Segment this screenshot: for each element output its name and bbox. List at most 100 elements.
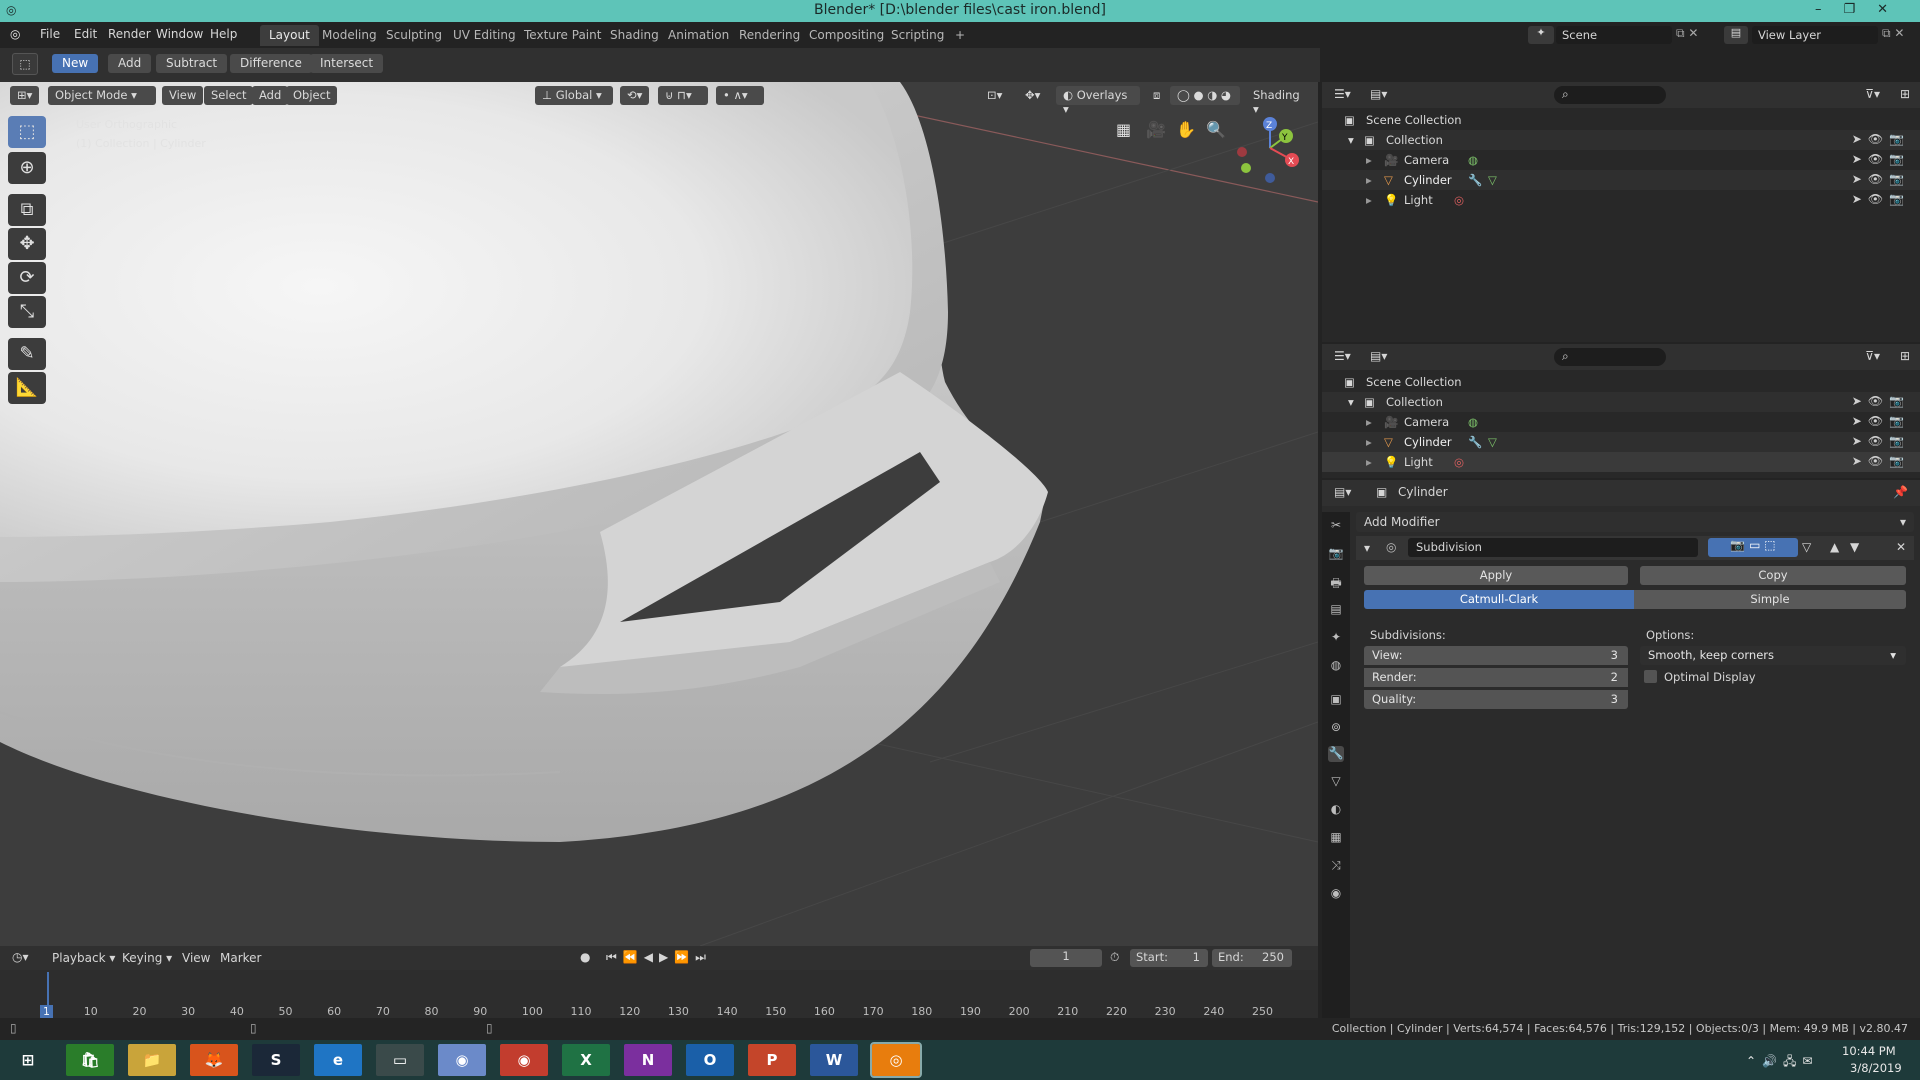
tab-modeling[interactable]: Modeling: [313, 25, 386, 46]
close-icon[interactable]: ✕: [1877, 2, 1910, 17]
zoom-view-icon[interactable]: 🔍: [1206, 120, 1226, 139]
editor-type-icon[interactable]: ⊞▾: [10, 86, 40, 105]
record-button-icon[interactable]: ●: [580, 950, 590, 964]
expand-icon[interactable]: ▸: [1366, 153, 1372, 167]
optimal-display-checkbox[interactable]: [1644, 670, 1657, 683]
visibility-icons[interactable]: ➤👁📷: [1852, 152, 1910, 166]
timeline-view-menu[interactable]: View: [182, 951, 210, 965]
material-tab-icon[interactable]: ◐: [1328, 802, 1344, 818]
move-up-icon[interactable]: ▲: [1830, 540, 1839, 554]
minimize-icon[interactable]: –: [1815, 2, 1844, 17]
particles-tab-icon[interactable]: ⤨: [1328, 858, 1344, 874]
add-menu[interactable]: Add: [252, 86, 289, 105]
blender-icon[interactable]: ◎: [870, 1042, 922, 1078]
mode-intersect-button[interactable]: Intersect: [310, 54, 384, 73]
tab-compositing[interactable]: Compositing: [800, 25, 893, 46]
outliner-search-input[interactable]: ⌕: [1554, 348, 1666, 366]
scene-tab-icon[interactable]: ✦: [1328, 630, 1344, 646]
start-icon[interactable]: ⊞: [4, 1044, 52, 1076]
texture-tab-icon[interactable]: ▦: [1328, 830, 1344, 846]
tab-texture-paint[interactable]: Texture Paint: [515, 25, 610, 46]
view-menu[interactable]: View: [162, 86, 204, 105]
3d-viewport[interactable]: ⊞▾ Object Mode ▾ View Select Add Object …: [0, 82, 1318, 946]
measure-tool-icon[interactable]: 📐: [8, 372, 46, 404]
outliner-row-light[interactable]: ▸ 💡 Light ◎ ➤👁📷: [1322, 452, 1920, 472]
uv-smooth-dropdown[interactable]: Smooth, keep corners ▾: [1640, 646, 1906, 665]
cursor-tool-icon[interactable]: ⊕: [8, 152, 46, 184]
marker-menu[interactable]: Marker: [220, 951, 261, 965]
ortho-toggle-icon[interactable]: ▦: [1116, 120, 1131, 139]
file-explorer-icon[interactable]: 📁: [128, 1044, 176, 1076]
window-icon[interactable]: ▭: [376, 1044, 424, 1076]
expand-icon[interactable]: ▸: [1366, 435, 1372, 449]
snap-icon[interactable]: ⊍ ⊓▾: [658, 86, 708, 105]
modifier-visibility-toggles[interactable]: 📷 ▭ ⬚: [1708, 538, 1798, 557]
outliner-row-scene-collection[interactable]: ▣ Scene Collection: [1322, 110, 1920, 130]
onenote-icon[interactable]: N: [624, 1044, 672, 1076]
outliner-search-input[interactable]: ⌕: [1554, 86, 1666, 104]
select-box-tool-icon[interactable]: ⬚: [8, 116, 46, 148]
end-frame-field[interactable]: End: 250: [1212, 949, 1292, 967]
proportional-editing-icon[interactable]: • ∧▾: [716, 86, 764, 105]
visibility-icons[interactable]: ➤👁📷: [1852, 192, 1910, 206]
window-controls[interactable]: –❐✕: [1815, 2, 1910, 17]
pin-icon[interactable]: 📌: [1893, 485, 1908, 499]
view-layer-field[interactable]: View Layer: [1752, 26, 1878, 44]
visibility-icons[interactable]: ➤👁📷: [1852, 132, 1910, 146]
properties-editor-type-icon[interactable]: ▤▾: [1334, 485, 1351, 499]
edge-icon[interactable]: e: [314, 1044, 362, 1076]
expand-icon[interactable]: ▸: [1366, 193, 1372, 207]
collapse-icon[interactable]: ▾: [1348, 133, 1354, 147]
outliner-row-camera[interactable]: ▸ 🎥 Camera ◍ ➤👁📷: [1322, 150, 1920, 170]
scene-name-field[interactable]: Scene: [1556, 26, 1672, 44]
new-collection-icon[interactable]: ⊞: [1900, 87, 1910, 101]
menu-file[interactable]: File: [40, 27, 60, 41]
outliner-filter-icon[interactable]: ⊽▾: [1865, 87, 1880, 101]
modifier-name-field[interactable]: Subdivision: [1408, 538, 1698, 557]
view-layer-tab-icon[interactable]: ▤: [1328, 602, 1344, 618]
chrome-icon[interactable]: ◉: [500, 1044, 548, 1076]
outliner-row-light[interactable]: ▸ 💡 Light ◎ ➤👁📷: [1322, 190, 1920, 210]
select-menu[interactable]: Select: [204, 86, 254, 105]
keying-menu[interactable]: Keying ▾: [122, 951, 172, 965]
scene-new-icon[interactable]: ⧉ ✕: [1676, 26, 1698, 41]
scene-selector-icon[interactable]: ✦: [1528, 26, 1554, 44]
gizmo-toggle-icon[interactable]: ✥▾: [1018, 86, 1047, 105]
overlays-dropdown[interactable]: ◐ Overlays ▾: [1056, 86, 1140, 116]
menu-edit[interactable]: Edit: [74, 27, 97, 41]
mode-new-button[interactable]: New: [52, 54, 99, 73]
object-mode-dropdown[interactable]: Object Mode ▾: [48, 86, 156, 105]
visibility-icons[interactable]: ➤👁📷: [1852, 414, 1910, 428]
mode-subtract-button[interactable]: Subtract: [156, 54, 228, 73]
pivot-point-icon[interactable]: ⟲▾: [620, 86, 650, 105]
world-tab-icon[interactable]: ◍: [1328, 658, 1344, 674]
collapse-icon[interactable]: ▾: [1348, 395, 1354, 409]
modifier-tab-icon[interactable]: 🔧: [1328, 746, 1344, 762]
shading-dropdown[interactable]: Shading ▾: [1246, 86, 1312, 116]
playhead[interactable]: [47, 972, 49, 1012]
render-tab-icon[interactable]: 📷: [1328, 546, 1344, 562]
tab-animation[interactable]: Animation: [659, 25, 738, 46]
constraints-tab-icon[interactable]: ⊚: [1328, 720, 1344, 736]
word-icon[interactable]: W: [810, 1044, 858, 1076]
visibility-icons[interactable]: ➤👁📷: [1852, 172, 1910, 186]
remove-modifier-icon[interactable]: ✕: [1896, 540, 1906, 554]
outliner-display-mode-icon[interactable]: ▤▾: [1370, 349, 1387, 363]
object-data-tab-icon[interactable]: ◉: [1328, 886, 1344, 902]
viewport-filter-icon[interactable]: ⊡▾: [980, 86, 1009, 105]
outliner-row-collection[interactable]: ▾ ▣ Collection ➤👁📷: [1322, 130, 1920, 150]
outlook-icon[interactable]: O: [686, 1044, 734, 1076]
object-tab-icon[interactable]: ▣: [1328, 692, 1344, 708]
menu-help[interactable]: Help: [210, 27, 237, 41]
clock-date[interactable]: 3/8/2019: [1850, 1061, 1902, 1075]
mode-add-button[interactable]: Add: [108, 54, 152, 73]
catmull-clark-toggle[interactable]: Catmull-Clark: [1364, 590, 1634, 609]
outliner-row-cylinder[interactable]: ▸ ▽ Cylinder 🔧 ▽ ➤👁📷: [1322, 432, 1920, 452]
visibility-icons[interactable]: ➤👁📷: [1852, 394, 1910, 408]
box-select-tool-icon[interactable]: ⬚: [12, 53, 38, 75]
tool-tab-icon[interactable]: ✂: [1328, 518, 1344, 534]
system-tray-icons[interactable]: ⌃🔊🖧✉: [1746, 1052, 1818, 1073]
object-menu[interactable]: Object: [286, 86, 338, 105]
copy-button[interactable]: Copy: [1640, 566, 1906, 585]
powerpoint-icon[interactable]: P: [748, 1044, 796, 1076]
